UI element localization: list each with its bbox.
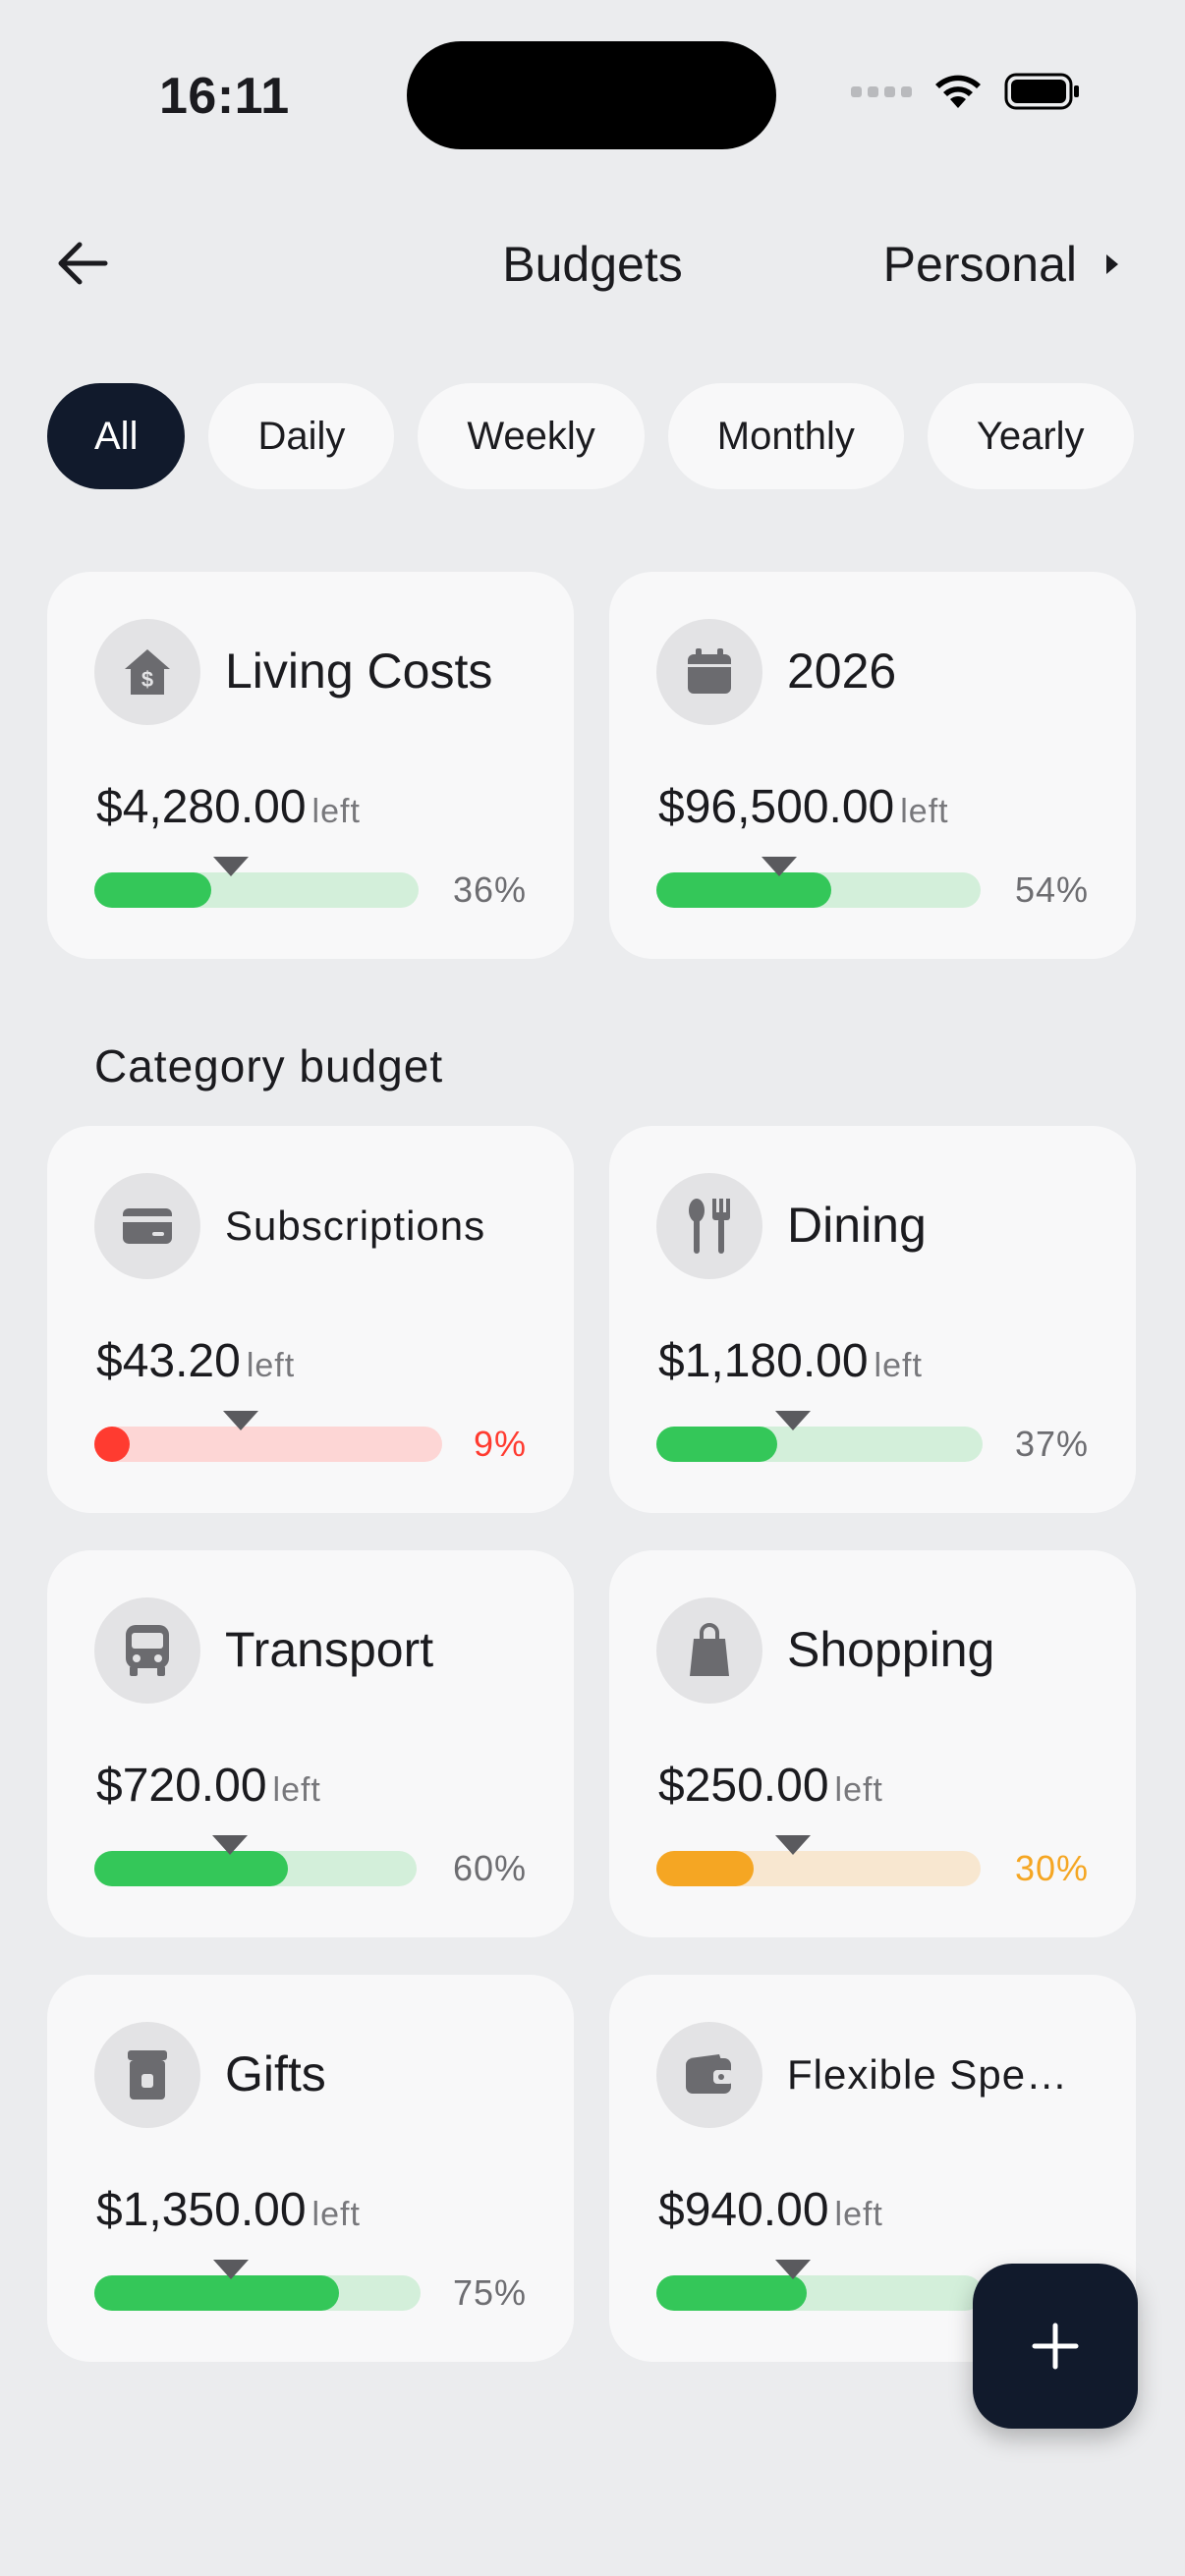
progress-bar	[94, 1411, 442, 1462]
status-time: 16:11	[159, 68, 290, 125]
budget-name: Shopping	[787, 1622, 995, 1677]
budget-card-dining[interactable]: Dining $1,180.00 left 37%	[609, 1126, 1136, 1513]
cellular-signal-icon	[851, 85, 912, 97]
budget-amount: $1,180.00 left	[658, 1335, 923, 1387]
budget-percent: 37%	[1014, 1424, 1089, 1464]
pace-marker-icon	[213, 2260, 250, 2279]
budget-amount: $4,280.00 left	[96, 781, 361, 833]
battery-icon	[1004, 73, 1081, 110]
progress-fill	[94, 1851, 288, 1886]
budget-amount: $940.00 left	[658, 2184, 883, 2236]
progress-bar	[94, 2260, 421, 2311]
period-filter-chips: All Daily Weekly Monthly Yearly	[47, 383, 1134, 489]
calendar-icon	[656, 619, 762, 725]
budget-percent: 75%	[452, 2272, 527, 2313]
budget-amount: $250.00 left	[658, 1760, 883, 1812]
progress-fill	[94, 872, 211, 908]
shopping-bag-icon	[656, 1597, 762, 1704]
filter-chip-monthly[interactable]: Monthly	[667, 383, 904, 489]
budget-percent: 36%	[452, 869, 527, 910]
account-selector[interactable]: Personal	[883, 236, 1120, 293]
budget-name: 2026	[787, 644, 897, 699]
filter-chip-daily[interactable]: Daily	[208, 383, 395, 489]
budget-card-living-costs[interactable]: $ Living Costs $4,280.00 left 36%	[47, 572, 574, 959]
progress-bar	[656, 2260, 983, 2311]
house-dollar-icon: $	[94, 619, 200, 725]
progress-fill	[656, 872, 832, 908]
budget-percent: 30%	[1014, 1848, 1089, 1888]
progress-fill	[656, 1851, 754, 1886]
section-title: Category budget	[94, 1040, 444, 1092]
pace-marker-icon	[211, 1835, 248, 1855]
svg-text:$: $	[141, 667, 153, 692]
budget-name: Subscriptions	[225, 1203, 486, 1249]
filter-chip-yearly[interactable]: Yearly	[927, 383, 1134, 489]
budget-card-gifts[interactable]: Gifts $1,350.00 left 75%	[47, 1975, 574, 2362]
progress-bar	[656, 1411, 983, 1462]
progress-fill	[94, 2275, 339, 2311]
budget-amount: $1,350.00 left	[96, 2184, 361, 2236]
filter-chip-weekly[interactable]: Weekly	[418, 383, 645, 489]
budget-name: Gifts	[225, 2046, 326, 2101]
progress-bar	[656, 857, 981, 908]
budget-name: Flexible Spe…	[787, 2051, 1069, 2098]
budget-card-subscriptions[interactable]: Subscriptions $43.20 left 9%	[47, 1126, 574, 1513]
budget-percent: 60%	[452, 1848, 527, 1888]
budget-card-shopping[interactable]: Shopping $250.00 left 30%	[609, 1550, 1136, 1937]
pace-marker-icon	[774, 1835, 811, 1855]
budget-name: Transport	[225, 1622, 434, 1677]
budget-percent: 9%	[473, 1424, 527, 1464]
pace-marker-icon	[775, 2260, 812, 2279]
progress-fill	[656, 1427, 777, 1462]
budget-card-2026[interactable]: 2026 $96,500.00 left 54%	[609, 572, 1136, 959]
budget-name: Dining	[787, 1198, 927, 1253]
progress-bar	[656, 1835, 981, 1886]
add-budget-button[interactable]	[973, 2264, 1138, 2429]
credit-card-icon	[94, 1173, 200, 1279]
progress-bar	[94, 1835, 417, 1886]
filter-chip-all[interactable]: All	[47, 383, 186, 489]
progress-fill	[656, 2275, 807, 2311]
wallet-icon	[656, 2022, 762, 2128]
pace-marker-icon	[212, 857, 249, 876]
account-label: Personal	[882, 237, 1077, 292]
fork-spoon-icon	[656, 1173, 762, 1279]
gift-icon	[94, 2022, 200, 2128]
pace-marker-icon	[222, 1411, 258, 1430]
pace-marker-icon	[762, 857, 798, 876]
budget-amount: $43.20 left	[96, 1335, 296, 1387]
budget-card-transport[interactable]: Transport $720.00 left 60%	[47, 1550, 574, 1937]
budget-percent: 54%	[1014, 869, 1089, 910]
progress-fill	[94, 1427, 130, 1462]
budget-amount: $720.00 left	[96, 1760, 321, 1812]
caret-right-icon	[1106, 254, 1118, 274]
progress-bar	[94, 857, 419, 908]
pace-marker-icon	[775, 1411, 812, 1430]
budget-amount: $96,500.00 left	[658, 781, 949, 833]
wifi-icon	[933, 73, 983, 110]
bus-icon	[94, 1597, 200, 1704]
plus-icon	[1032, 2323, 1079, 2370]
budget-name: Living Costs	[225, 644, 493, 699]
dynamic-island	[407, 41, 776, 149]
status-icons	[851, 73, 1081, 110]
